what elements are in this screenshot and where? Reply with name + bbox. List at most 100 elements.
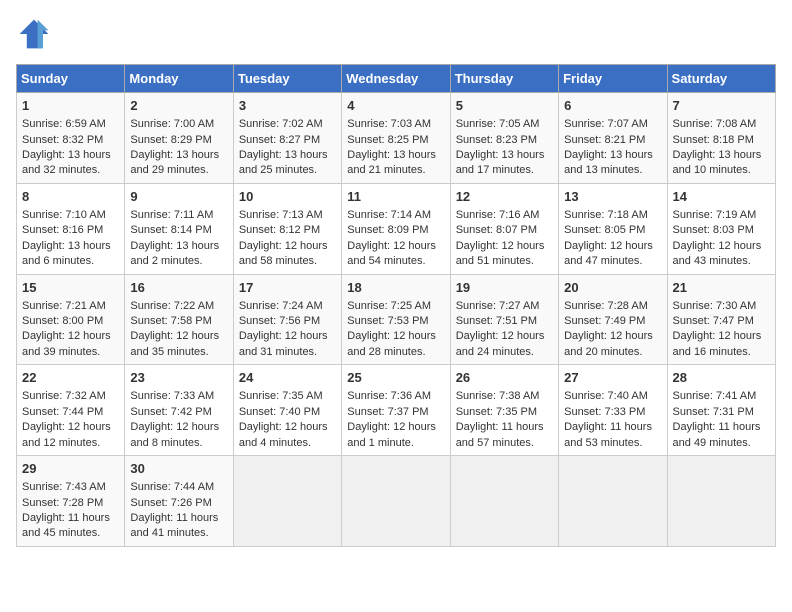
- sunset: Sunset: 7:49 PM: [564, 315, 645, 327]
- calendar-cell: 11Sunrise: 7:14 AMSunset: 8:09 PMDayligh…: [342, 183, 450, 274]
- sunrise: Sunrise: 7:25 AM: [347, 300, 431, 312]
- day-number: 30: [130, 460, 227, 478]
- daylight: Daylight: 12 hours and 43 minutes.: [673, 240, 762, 267]
- calendar-cell: [667, 456, 775, 547]
- daylight: Daylight: 13 hours and 17 minutes.: [456, 149, 545, 176]
- calendar-cell: 8 Sunrise: 7:10 AM Sunset: 8:16 PM Daylight…: [17, 183, 125, 274]
- sunset: Sunset: 8:27 PM: [239, 134, 320, 146]
- daylight: Daylight: 11 hours and 45 minutes.: [22, 512, 110, 539]
- sunset: Sunset: 7:31 PM: [673, 406, 754, 418]
- sunset: Sunset: 8:32 PM: [22, 134, 103, 146]
- calendar-cell: 19Sunrise: 7:27 AMSunset: 7:51 PMDayligh…: [450, 274, 558, 365]
- sunrise: Sunrise: 7:35 AM: [239, 390, 323, 402]
- sunrise: Sunrise: 7:10 AM: [22, 209, 106, 221]
- day-number: 1: [22, 97, 119, 115]
- sunset: Sunset: 7:58 PM: [130, 315, 211, 327]
- sunset: Sunset: 8:05 PM: [564, 224, 645, 236]
- calendar-cell: 17Sunrise: 7:24 AMSunset: 7:56 PMDayligh…: [233, 274, 341, 365]
- day-number: 28: [673, 369, 770, 387]
- sunset: Sunset: 7:42 PM: [130, 406, 211, 418]
- day-number: 8: [22, 188, 119, 206]
- calendar-cell: 10Sunrise: 7:13 AMSunset: 8:12 PMDayligh…: [233, 183, 341, 274]
- daylight: Daylight: 13 hours and 13 minutes.: [564, 149, 653, 176]
- sunset: Sunset: 7:44 PM: [22, 406, 103, 418]
- calendar-cell: 12Sunrise: 7:16 AMSunset: 8:07 PMDayligh…: [450, 183, 558, 274]
- sunset: Sunset: 8:16 PM: [22, 224, 103, 236]
- calendar-cell: 21Sunrise: 7:30 AMSunset: 7:47 PMDayligh…: [667, 274, 775, 365]
- sunset: Sunset: 8:14 PM: [130, 224, 211, 236]
- sunrise: Sunrise: 7:32 AM: [22, 390, 106, 402]
- daylight: Daylight: 13 hours and 32 minutes.: [22, 149, 111, 176]
- sunrise: Sunrise: 7:18 AM: [564, 209, 648, 221]
- calendar-cell: 25Sunrise: 7:36 AMSunset: 7:37 PMDayligh…: [342, 365, 450, 456]
- day-number: 19: [456, 279, 553, 297]
- daylight: Daylight: 11 hours and 57 minutes.: [456, 421, 544, 448]
- day-header-monday: Monday: [125, 65, 233, 93]
- calendar-cell: 24Sunrise: 7:35 AMSunset: 7:40 PMDayligh…: [233, 365, 341, 456]
- sunrise: Sunrise: 7:03 AM: [347, 118, 431, 130]
- daylight: Daylight: 13 hours and 21 minutes.: [347, 149, 436, 176]
- sunset: Sunset: 8:07 PM: [456, 224, 537, 236]
- day-number: 2: [130, 97, 227, 115]
- day-number: 17: [239, 279, 336, 297]
- daylight: Daylight: 12 hours and 20 minutes.: [564, 330, 653, 357]
- sunrise: Sunrise: 7:36 AM: [347, 390, 431, 402]
- sunset: Sunset: 8:23 PM: [456, 134, 537, 146]
- sunrise: Sunrise: 6:59 AM: [22, 118, 106, 130]
- calendar-week-row: 1 Sunrise: 6:59 AM Sunset: 8:32 PM Daylight…: [17, 93, 776, 184]
- calendar-week-row: 15Sunrise: 7:21 AMSunset: 8:00 PMDayligh…: [17, 274, 776, 365]
- day-number: 6: [564, 97, 661, 115]
- day-number: 27: [564, 369, 661, 387]
- sunrise: Sunrise: 7:41 AM: [673, 390, 757, 402]
- calendar-cell: 14Sunrise: 7:19 AMSunset: 8:03 PMDayligh…: [667, 183, 775, 274]
- daylight: Daylight: 12 hours and 39 minutes.: [22, 330, 111, 357]
- daylight: Daylight: 12 hours and 4 minutes.: [239, 421, 328, 448]
- day-number: 16: [130, 279, 227, 297]
- calendar-week-row: 22 Sunrise: 7:32 AM Sunset: 7:44 PM Dayligh…: [17, 365, 776, 456]
- daylight: Daylight: 12 hours and 12 minutes.: [22, 421, 111, 448]
- sunrise: Sunrise: 7:21 AM: [22, 300, 106, 312]
- day-number: 7: [673, 97, 770, 115]
- daylight: Daylight: 12 hours and 28 minutes.: [347, 330, 436, 357]
- calendar-cell: 5 Sunrise: 7:05 AM Sunset: 8:23 PM Daylight…: [450, 93, 558, 184]
- daylight: Daylight: 12 hours and 1 minute.: [347, 421, 436, 448]
- daylight: Daylight: 13 hours and 10 minutes.: [673, 149, 762, 176]
- day-number: 24: [239, 369, 336, 387]
- sunset: Sunset: 8:25 PM: [347, 134, 428, 146]
- day-number: 21: [673, 279, 770, 297]
- calendar-cell: 20Sunrise: 7:28 AMSunset: 7:49 PMDayligh…: [559, 274, 667, 365]
- daylight: Daylight: 12 hours and 35 minutes.: [130, 330, 219, 357]
- sunrise: Sunrise: 7:11 AM: [130, 209, 213, 221]
- calendar-cell: 22 Sunrise: 7:32 AM Sunset: 7:44 PM Dayligh…: [17, 365, 125, 456]
- sunset: Sunset: 7:53 PM: [347, 315, 428, 327]
- logo-icon: [16, 16, 52, 52]
- calendar-cell: 28Sunrise: 7:41 AMSunset: 7:31 PMDayligh…: [667, 365, 775, 456]
- day-number: 22: [22, 369, 119, 387]
- sunrise: Sunrise: 7:30 AM: [673, 300, 757, 312]
- sunset: Sunset: 7:26 PM: [130, 497, 211, 509]
- sunrise: Sunrise: 7:44 AM: [130, 481, 214, 493]
- sunrise: Sunrise: 7:07 AM: [564, 118, 648, 130]
- calendar-week-row: 29Sunrise: 7:43 AMSunset: 7:28 PMDayligh…: [17, 456, 776, 547]
- day-header-thursday: Thursday: [450, 65, 558, 93]
- calendar-cell: 6Sunrise: 7:07 AMSunset: 8:21 PMDaylight…: [559, 93, 667, 184]
- sunset: Sunset: 7:35 PM: [456, 406, 537, 418]
- calendar-cell: 15Sunrise: 7:21 AMSunset: 8:00 PMDayligh…: [17, 274, 125, 365]
- day-number: 5: [456, 97, 553, 115]
- day-number: 14: [673, 188, 770, 206]
- sunrise: Sunrise: 7:43 AM: [22, 481, 106, 493]
- daylight: Daylight: 13 hours and 2 minutes.: [130, 240, 219, 267]
- sunset: Sunset: 8:09 PM: [347, 224, 428, 236]
- day-number: 18: [347, 279, 444, 297]
- calendar-cell: 3Sunrise: 7:02 AMSunset: 8:27 PMDaylight…: [233, 93, 341, 184]
- daylight: Daylight: 12 hours and 54 minutes.: [347, 240, 436, 267]
- calendar-week-row: 8 Sunrise: 7:10 AM Sunset: 8:16 PM Daylight…: [17, 183, 776, 274]
- day-number: 10: [239, 188, 336, 206]
- sunset: Sunset: 8:12 PM: [239, 224, 320, 236]
- day-header-wednesday: Wednesday: [342, 65, 450, 93]
- sunrise: Sunrise: 7:05 AM: [456, 118, 540, 130]
- calendar-cell: [233, 456, 341, 547]
- sunrise: Sunrise: 7:27 AM: [456, 300, 540, 312]
- calendar-cell: 4Sunrise: 7:03 AMSunset: 8:25 PMDaylight…: [342, 93, 450, 184]
- daylight: Daylight: 13 hours and 6 minutes.: [22, 240, 111, 267]
